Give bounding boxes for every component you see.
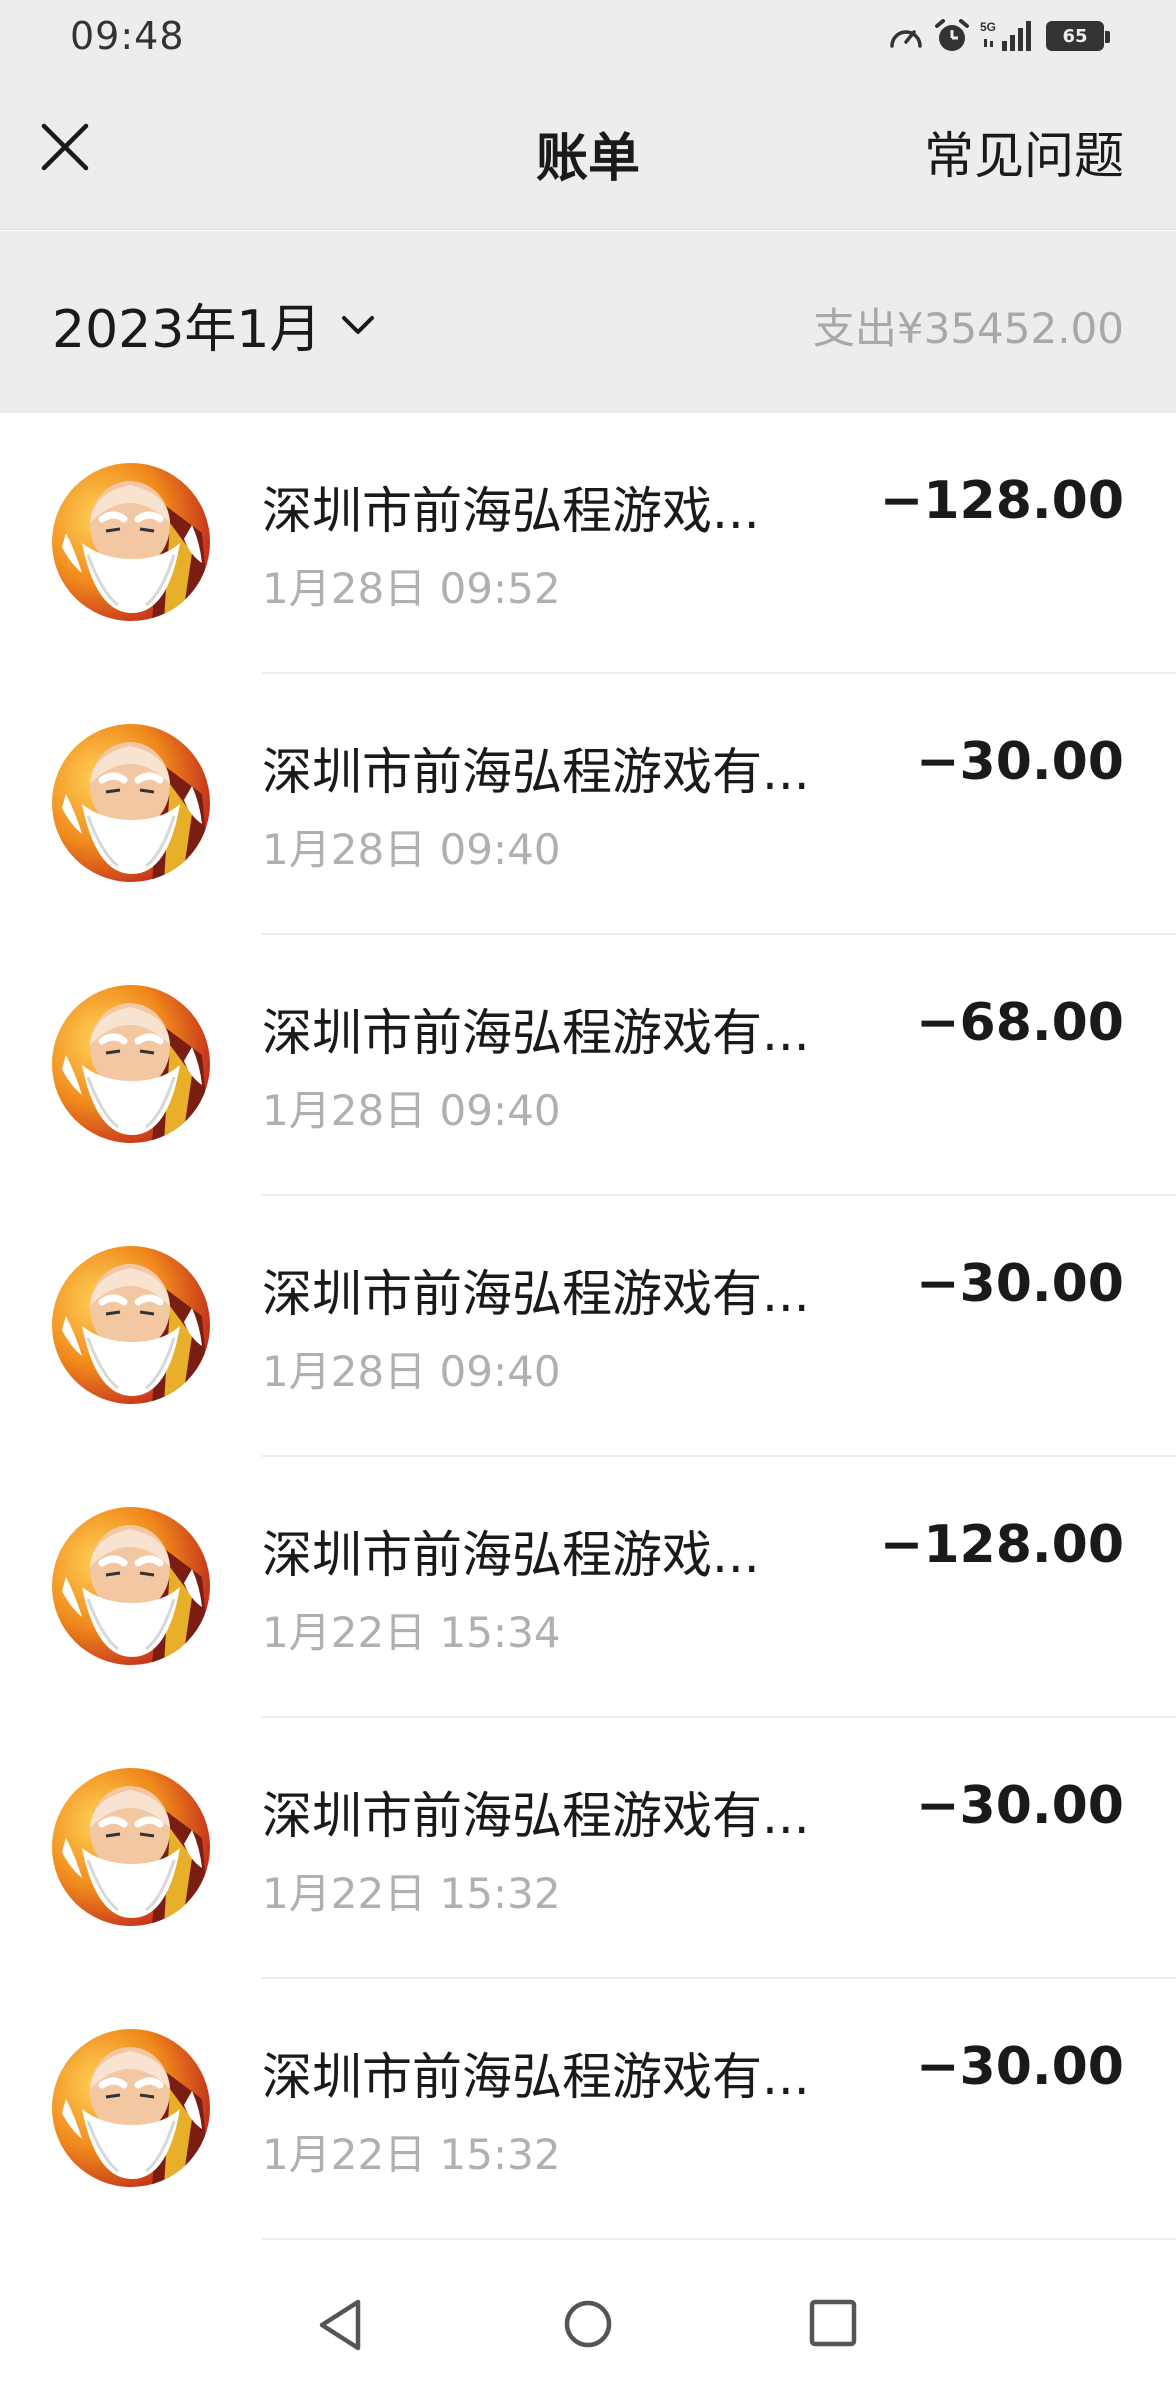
merchant-avatar-image xyxy=(52,724,210,882)
transaction-row[interactable]: 深圳市前海弘程游戏有... 1月28日 09:40 −30.00 xyxy=(0,1196,1176,1457)
transaction-row[interactable]: 深圳市前海弘程游戏... 1月28日 09:52 −128.00 xyxy=(0,413,1176,674)
transaction-row[interactable]: 深圳市前海弘程游戏... 1月22日 15:34 −128.00 xyxy=(0,1457,1176,1718)
transaction-amount: −68.00 xyxy=(915,993,1124,1053)
transaction-title: 深圳市前海弘程游戏有... xyxy=(262,1787,810,1845)
month-label: 2023年1月 xyxy=(52,300,322,360)
transaction-amount: −30.00 xyxy=(915,2037,1124,2097)
merchant-avatar-image xyxy=(52,2029,210,2187)
transaction-time: 1月22日 15:32 xyxy=(262,2130,561,2179)
month-bar: 2023年1月 支出¥35452.00 xyxy=(0,231,1176,413)
back-icon[interactable] xyxy=(316,2298,366,2352)
transaction-row[interactable]: 深圳市前海弘程游戏有... 1月22日 15:32 −30.00 xyxy=(0,1718,1176,1979)
merchant-avatar xyxy=(52,463,210,621)
transaction-time: 1月28日 09:40 xyxy=(262,1347,561,1396)
signal-icon: 5G xyxy=(980,20,1031,51)
status-icons: 5G 65 xyxy=(888,18,1110,54)
status-bar: 09:48 5G 65 xyxy=(0,0,1176,72)
transaction-title: 深圳市前海弘程游戏有... xyxy=(262,2048,810,2106)
transaction-title: 深圳市前海弘程游戏有... xyxy=(262,743,810,801)
row-divider xyxy=(262,2238,1176,2240)
speedometer-icon xyxy=(890,30,922,48)
status-time: 09:48 xyxy=(70,14,185,58)
chevron-down-icon xyxy=(342,315,375,334)
transaction-row[interactable]: 深圳市前海弘程游戏有... 1月22日 15:32 −30.00 xyxy=(0,1979,1176,2240)
merchant-avatar-image xyxy=(52,1768,210,1926)
signal-label: 5G xyxy=(980,20,996,34)
battery-level: 65 xyxy=(1062,25,1088,47)
transaction-row[interactable]: 深圳市前海弘程游戏有... 1月28日 09:40 −68.00 xyxy=(0,935,1176,1196)
battery-icon: 65 xyxy=(1046,21,1110,51)
recents-icon[interactable] xyxy=(808,2298,858,2348)
merchant-avatar-image xyxy=(52,1507,210,1665)
transaction-title: 深圳市前海弘程游戏有... xyxy=(262,1265,810,1323)
transaction-time: 1月22日 15:34 xyxy=(262,1608,561,1657)
month-selector[interactable]: 2023年1月 xyxy=(52,287,377,362)
transaction-row[interactable]: 深圳市前海弘程游戏有... 1月28日 09:40 −30.00 xyxy=(0,674,1176,935)
transaction-time: 1月28日 09:40 xyxy=(262,825,561,874)
transaction-list: 深圳市前海弘程游戏... 1月28日 09:52 −128.00 深圳市前海弘程… xyxy=(0,413,1176,2240)
transaction-title: 深圳市前海弘程游戏... xyxy=(262,482,760,540)
transaction-amount: −30.00 xyxy=(915,1776,1124,1836)
alarm-icon xyxy=(935,19,969,51)
transaction-time: 1月28日 09:40 xyxy=(262,1086,561,1135)
merchant-avatar xyxy=(52,985,210,1143)
nav-bar: 账单 常见问题 xyxy=(0,72,1176,230)
transaction-time: 1月22日 15:32 xyxy=(262,1869,561,1918)
merchant-avatar xyxy=(52,1768,210,1926)
home-icon[interactable] xyxy=(562,2298,614,2350)
transaction-title: 深圳市前海弘程游戏有... xyxy=(262,1004,810,1062)
merchant-avatar-image xyxy=(52,985,210,1143)
merchant-avatar xyxy=(52,1246,210,1404)
transaction-amount: −30.00 xyxy=(915,732,1124,792)
transaction-title: 深圳市前海弘程游戏... xyxy=(262,1526,760,1584)
month-total: 支出¥35452.00 xyxy=(812,304,1124,353)
transaction-time: 1月28日 09:52 xyxy=(262,564,561,613)
merchant-avatar xyxy=(52,2029,210,2187)
close-icon[interactable] xyxy=(40,122,90,172)
merchant-avatar-image xyxy=(52,463,210,621)
transaction-amount: −30.00 xyxy=(915,1254,1124,1314)
transaction-amount: −128.00 xyxy=(879,1515,1124,1575)
faq-button[interactable]: 常见问题 xyxy=(924,116,1124,188)
merchant-avatar-image xyxy=(52,1246,210,1404)
system-nav-bar xyxy=(0,2250,1176,2400)
transaction-amount: −128.00 xyxy=(879,471,1124,531)
merchant-avatar xyxy=(52,724,210,882)
merchant-avatar xyxy=(52,1507,210,1665)
